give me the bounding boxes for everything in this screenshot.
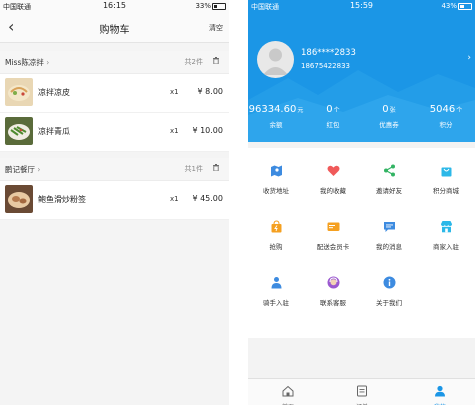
menu-merchant-join[interactable]: 商家入驻 bbox=[418, 218, 474, 251]
page-title: 购物车 bbox=[99, 25, 130, 36]
share-icon bbox=[383, 164, 395, 177]
shop-item-count: 共2件 bbox=[184, 58, 203, 66]
shop-group: 鹏记餐厅 › 共1件 鲍鱼滑炒粉签 x1 ¥ 45.00 bbox=[0, 158, 229, 220]
menu-address[interactable]: 收货地址 bbox=[248, 162, 304, 195]
store-icon bbox=[440, 221, 452, 233]
tab-mine[interactable]: 我的 bbox=[420, 382, 460, 405]
tab-bar: 首页 订单 我的 bbox=[248, 378, 475, 405]
nav-bar: ‹ 购物车 清空 bbox=[0, 14, 229, 43]
item-name: 凉拌凉皮 bbox=[38, 88, 70, 97]
menu-points-mall[interactable]: 积分商城 bbox=[418, 162, 474, 195]
heart-icon bbox=[327, 165, 339, 176]
cart-item[interactable]: 凉拌凉皮 x1 ¥ 8.00 bbox=[0, 74, 229, 113]
status-bar: 中国联通 15:59 43% bbox=[248, 0, 475, 14]
avatar[interactable] bbox=[257, 41, 294, 78]
home-icon bbox=[282, 385, 294, 397]
info-icon bbox=[383, 276, 395, 289]
stat-label: 积分 bbox=[439, 121, 453, 129]
item-price: ¥ 10.00 bbox=[192, 126, 223, 135]
chevron-right-icon: › bbox=[37, 165, 41, 174]
user-phone: 186****2833 bbox=[301, 48, 356, 58]
food-image bbox=[5, 117, 33, 145]
item-name: 鲍鱼滑炒粉签 bbox=[38, 195, 86, 204]
order-icon bbox=[357, 385, 367, 397]
battery-indicator: 33% bbox=[195, 2, 226, 10]
battery-icon bbox=[458, 2, 472, 10]
tab-orders[interactable]: 订单 bbox=[342, 382, 382, 405]
menu-customer-service[interactable]: 联系客服 bbox=[305, 274, 361, 307]
profile-header: 中国联通 15:59 43% 186****2833 18675422833 ›… bbox=[248, 0, 475, 142]
map-icon bbox=[270, 165, 282, 177]
customer-service-icon bbox=[327, 276, 339, 289]
chevron-right-icon: › bbox=[46, 58, 50, 67]
cart-screen: 中国联通 16:15 33% ‹ 购物车 清空 Miss陈凉拌 › 共2件 凉拌… bbox=[0, 0, 229, 405]
flash-sale-bag-icon bbox=[271, 220, 281, 233]
stat-label: 红包 bbox=[326, 121, 340, 129]
shopping-bag-icon bbox=[441, 167, 451, 177]
item-quantity: x1 bbox=[170, 127, 179, 135]
item-price: ¥ 45.00 bbox=[192, 194, 223, 203]
menu-invite[interactable]: 邀请好友 bbox=[361, 162, 417, 195]
item-quantity: x1 bbox=[170, 195, 179, 203]
trash-icon[interactable] bbox=[213, 164, 219, 171]
shop-group: Miss陈凉拌 › 共2件 凉拌凉皮 x1 ¥ 8.00 凉拌青瓜 x1 ¥ 1… bbox=[0, 51, 229, 152]
tab-home[interactable]: 首页 bbox=[268, 382, 308, 405]
food-image bbox=[5, 185, 33, 213]
menu-member-card[interactable]: 配送会员卡 bbox=[305, 218, 361, 251]
battery-percent: 43% bbox=[441, 2, 457, 10]
stat-balance[interactable]: 96334.60元 余额 bbox=[248, 104, 304, 129]
food-image bbox=[5, 78, 33, 106]
shop-name: 鹏记餐厅 › bbox=[5, 165, 41, 174]
menu-rider-join[interactable]: 骑手入驻 bbox=[248, 274, 304, 307]
battery-percent: 33% bbox=[195, 2, 211, 10]
battery-icon bbox=[212, 2, 226, 10]
user-icon bbox=[435, 385, 445, 397]
stat-points[interactable]: 5046个 积分 bbox=[418, 104, 474, 129]
shop-name: Miss陈凉拌 › bbox=[5, 58, 50, 67]
stat-label: 余额 bbox=[269, 121, 283, 129]
stat-red-packet[interactable]: 0个 红包 bbox=[305, 104, 361, 129]
item-name: 凉拌青瓜 bbox=[38, 127, 70, 136]
function-grid: 收货地址 我的收藏 邀请好友 积分商城 抢购 配送会员卡 我的消息 商家入驻 骑… bbox=[248, 148, 475, 338]
cart-item[interactable]: 凉拌青瓜 x1 ¥ 10.00 bbox=[0, 113, 229, 152]
rider-icon bbox=[271, 277, 281, 289]
trash-icon[interactable] bbox=[213, 57, 219, 64]
menu-messages[interactable]: 我的消息 bbox=[361, 218, 417, 251]
avatar-icon bbox=[263, 48, 288, 75]
menu-about-us[interactable]: 关于我们 bbox=[361, 274, 417, 307]
menu-favorites[interactable]: 我的收藏 bbox=[305, 162, 361, 195]
stat-coupon[interactable]: 0张 优惠券 bbox=[361, 104, 417, 129]
divider bbox=[229, 0, 248, 405]
clear-cart-button[interactable]: 清空 bbox=[209, 23, 223, 33]
shop-header[interactable]: 鹏记餐厅 › 共1件 bbox=[0, 158, 229, 181]
cart-item[interactable]: 鲍鱼滑炒粉签 x1 ¥ 45.00 bbox=[0, 181, 229, 220]
user-phone-secondary: 18675422833 bbox=[301, 62, 350, 70]
shop-item-count: 共1件 bbox=[184, 165, 203, 173]
stat-label: 优惠券 bbox=[379, 121, 399, 129]
item-price: ¥ 8.00 bbox=[197, 87, 223, 96]
menu-flash-sale[interactable]: 抢购 bbox=[248, 218, 304, 251]
profile-screen: 中国联通 15:59 43% 186****2833 18675422833 ›… bbox=[248, 0, 475, 405]
battery-indicator: 43% bbox=[441, 2, 472, 10]
shop-header[interactable]: Miss陈凉拌 › 共2件 bbox=[0, 51, 229, 74]
item-quantity: x1 bbox=[170, 88, 179, 96]
member-card-icon bbox=[327, 222, 339, 231]
status-bar: 中国联通 16:15 33% bbox=[0, 0, 229, 14]
chevron-right-icon[interactable]: › bbox=[467, 53, 471, 63]
message-icon bbox=[383, 222, 395, 232]
